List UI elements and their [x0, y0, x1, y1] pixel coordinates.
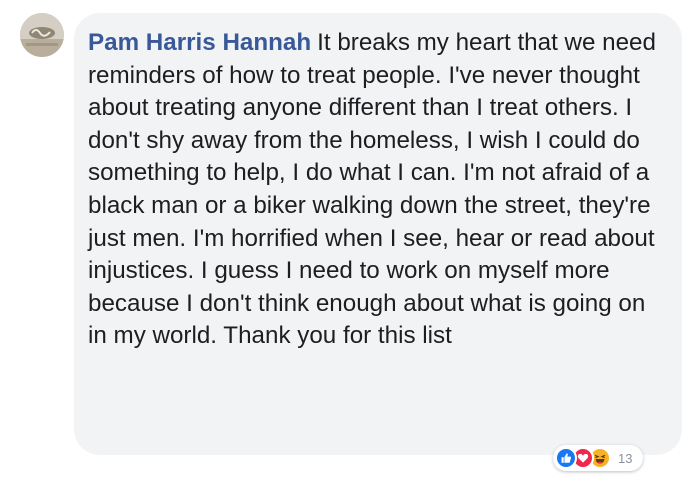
reactions-summary[interactable]: 13	[553, 445, 643, 471]
comment-bubble: Pam Harris Hannah It breaks my heart that…	[74, 13, 682, 455]
comment-text: It breaks my heart that we need reminder…	[88, 29, 656, 350]
reaction-count: 13	[618, 450, 633, 466]
like-icon	[555, 447, 577, 469]
profile-photo-icon	[20, 13, 64, 57]
avatar[interactable]	[20, 13, 64, 57]
comment-body: Pam Harris Hannah It breaks my heart that…	[88, 27, 670, 353]
comment-author-link[interactable]: Pam Harris Hannah	[88, 29, 311, 56]
